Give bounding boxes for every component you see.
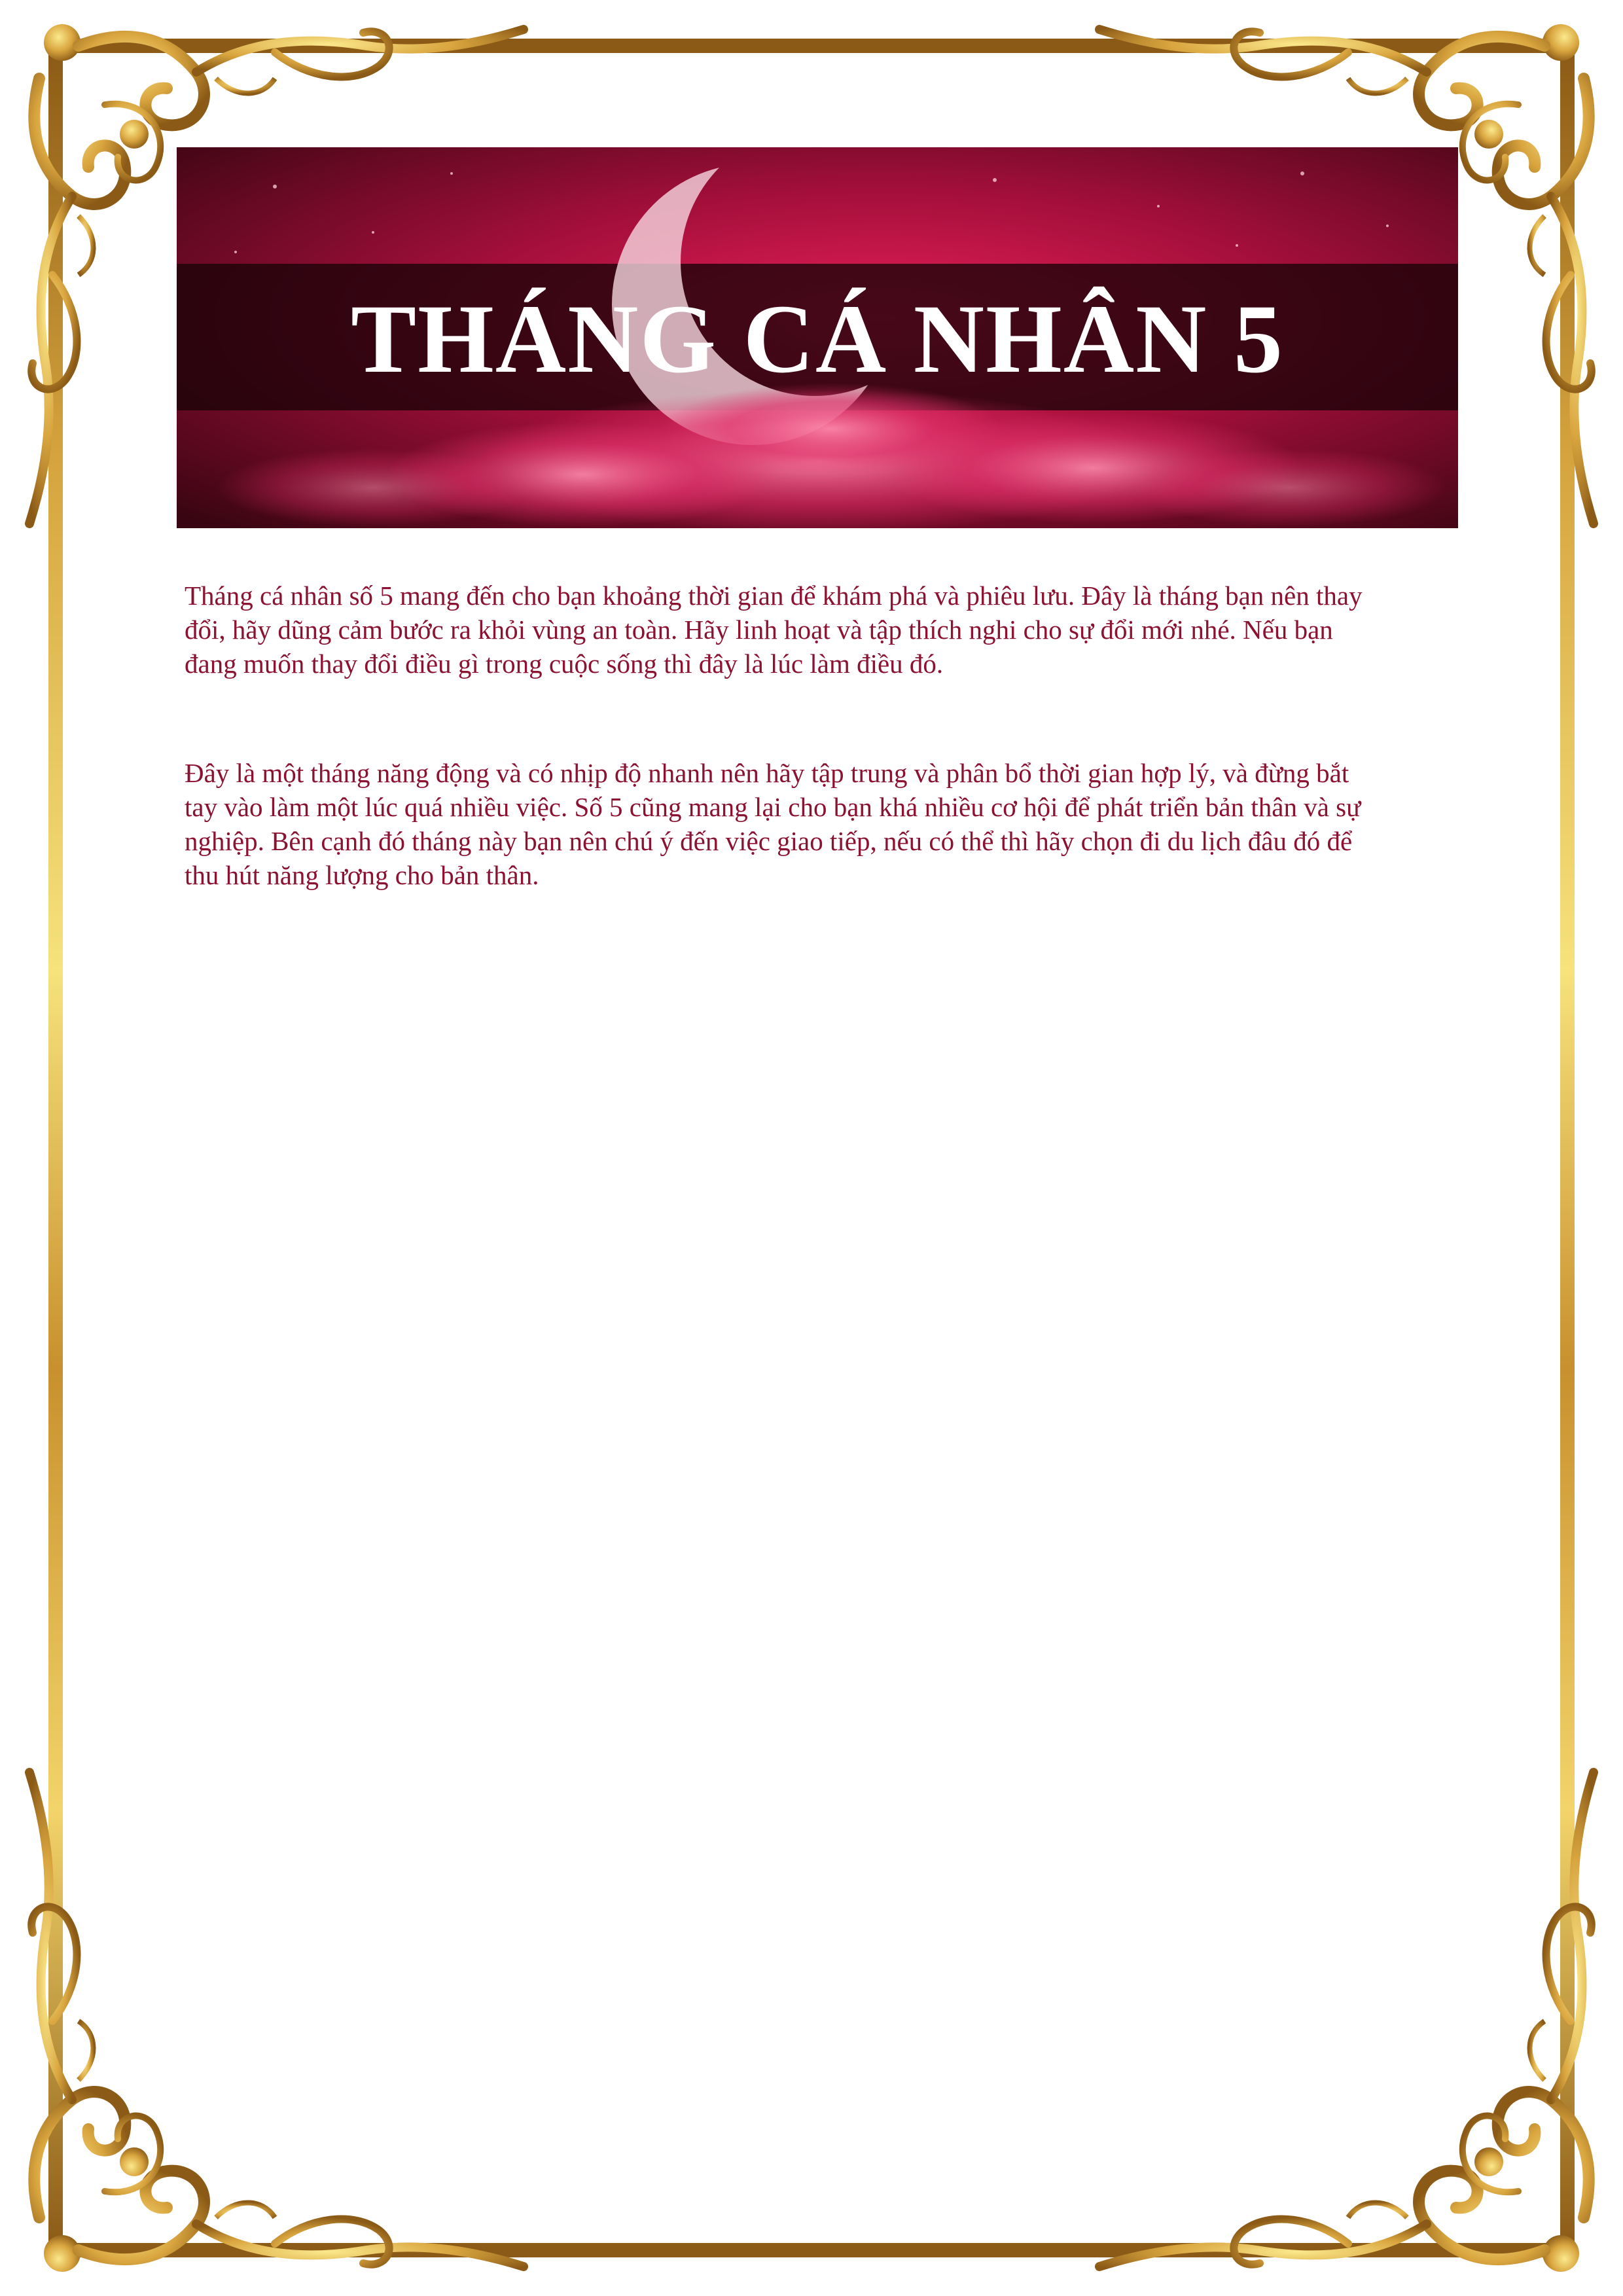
title-banner: THÁNG CÁ NHÂN 5 xyxy=(177,147,1458,528)
paragraph-2: Đây là một tháng năng động và có nhịp độ… xyxy=(185,758,1361,890)
paragraph-1: Tháng cá nhân số 5 mang đến cho bạn khoả… xyxy=(185,581,1363,679)
document-page: THÁNG CÁ NHÂN 5 Tháng cá nhân số 5 mang … xyxy=(0,0,1623,2296)
page-title: THÁNG CÁ NHÂN 5 xyxy=(351,285,1284,393)
